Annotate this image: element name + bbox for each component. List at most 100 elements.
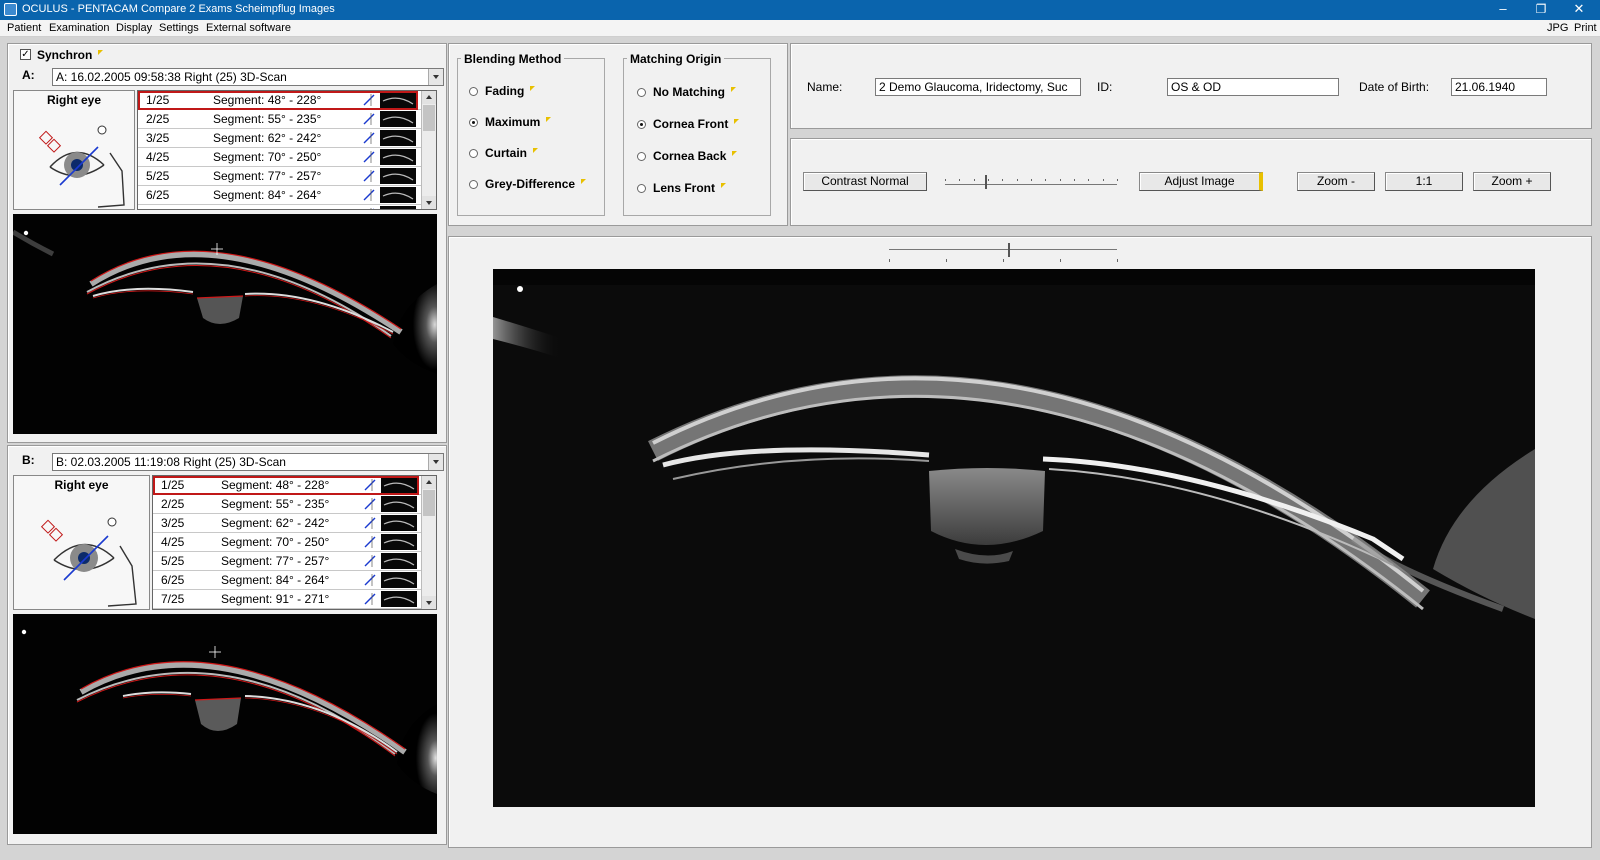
exam-b-select[interactable]: B: 02.03.2005 11:19:08 Right (25) 3D-Sca… (52, 453, 444, 471)
zoom-1to1-button[interactable]: 1:1 (1385, 172, 1463, 191)
scroll-up-icon[interactable] (422, 476, 436, 489)
exam-a-select[interactable]: A: 16.02.2005 09:58:38 Right (25) 3D-Sca… (52, 68, 444, 86)
segment-row[interactable]: 1/25 Segment: 48° - 228° (153, 476, 436, 495)
segment-list-scrollbar[interactable] (421, 91, 436, 209)
radio-label: No Matching (653, 85, 725, 99)
segment-thumbnail (380, 206, 416, 209)
segment-angle: Segment: 62° - 242° (213, 131, 322, 145)
radio-icon[interactable] (637, 184, 646, 193)
radio-icon[interactable] (469, 87, 478, 96)
options-panel: Blending Method Fading Maximum Curtain Grey… (448, 43, 788, 226)
exam-b-segment-list[interactable]: 1/25 Segment: 48° - 228° 2/25 Segment: 55° … (152, 475, 437, 610)
scroll-thumb[interactable] (423, 490, 435, 516)
segment-thumbnail (381, 591, 417, 607)
radio-icon[interactable] (469, 149, 478, 158)
segment-row[interactable]: 2/25 Segment: 55° - 235° (138, 110, 436, 129)
exam-a-select-value: A: 16.02.2005 09:58:38 Right (25) 3D-Sca… (56, 70, 287, 84)
segment-row[interactable]: 4/25 Segment: 70° - 250° (153, 533, 436, 552)
segment-row[interactable]: 2/25 Segment: 55° - 235° (153, 495, 436, 514)
scroll-thumb[interactable] (423, 105, 435, 131)
scroll-up-icon[interactable] (422, 91, 436, 104)
blend-slider-thumb[interactable] (1007, 243, 1010, 257)
minimize-button[interactable]: – (1484, 0, 1522, 20)
close-button[interactable]: ✕ (1560, 0, 1598, 20)
exam-a-scheimpflug-image[interactable] (13, 214, 437, 434)
radio-label: Curtain (485, 146, 527, 160)
segment-angle: Segment: 77° - 257° (213, 169, 322, 183)
meridian-icon (363, 132, 375, 144)
blending-option-grey-difference[interactable]: Grey-Difference (469, 177, 587, 191)
segment-thumbnail (380, 111, 416, 127)
window-title: OCULUS - PENTACAM Compare 2 Exams Scheim… (22, 3, 335, 15)
radio-label: Maximum (485, 115, 541, 129)
segment-row[interactable]: 7/25 Segment: 91° - 271° (153, 590, 436, 609)
radio-icon[interactable] (637, 120, 646, 129)
synchron-label: Synchron (37, 48, 104, 62)
menu-patient[interactable]: Patient (7, 22, 41, 34)
menu-print[interactable]: Print (1574, 22, 1597, 34)
menu-jpg[interactable]: JPG (1547, 22, 1568, 34)
blended-scheimpflug-image[interactable] (493, 269, 1535, 807)
segment-row[interactable]: 6/25 Segment: 84° - 264° (138, 186, 436, 205)
exam-a-segment-list[interactable]: 1/25 Segment: 48° - 228° 2/25 Segment: 55° … (137, 90, 437, 210)
patient-name-field[interactable]: 2 Demo Glaucoma, Iridectomy, Suc (875, 78, 1081, 96)
segment-row[interactable]: 3/25 Segment: 62° - 242° (138, 129, 436, 148)
adjust-image-button[interactable]: Adjust Image (1139, 172, 1263, 191)
segment-thumbnail (381, 534, 417, 550)
meridian-icon (364, 555, 376, 567)
patient-id-field[interactable]: OS & OD (1167, 78, 1339, 96)
slider-tick (973, 179, 975, 181)
maximize-button[interactable]: ❐ (1522, 0, 1560, 20)
flag-icon (721, 183, 726, 188)
segment-row[interactable]: 5/25 Segment: 77° - 257° (153, 552, 436, 571)
blending-option-maximum[interactable]: Maximum (469, 115, 552, 129)
synchron-checkbox[interactable]: ✓ (20, 49, 31, 60)
menu-settings[interactable]: Settings (159, 22, 199, 34)
matching-option-no-matching[interactable]: No Matching (637, 85, 736, 99)
flag-icon (734, 119, 740, 124)
segment-number: 6/25 (161, 573, 185, 587)
matching-option-lens-front[interactable]: Lens Front (637, 181, 726, 195)
segment-thumbnail (381, 496, 417, 512)
blending-option-curtain[interactable]: Curtain (469, 146, 538, 160)
segment-angle: Segment: 84° - 264° (213, 188, 322, 202)
date-of-birth-field[interactable]: 21.06.1940 (1451, 78, 1547, 96)
matching-option-cornea-back[interactable]: Cornea Back (637, 149, 738, 163)
radio-icon[interactable] (469, 180, 478, 189)
radio-label: Lens Front (653, 181, 715, 195)
segment-row[interactable]: 7/25 Segment: 91° - 271° (138, 205, 436, 209)
segment-list-scrollbar[interactable] (421, 476, 436, 609)
menu-external-software[interactable]: External software (206, 22, 291, 34)
segment-row[interactable]: 5/25 Segment: 77° - 257° (138, 167, 436, 186)
image-controls-panel: Contrast Normal Adjust Image Zoom - 1:1 … (790, 138, 1592, 226)
menu-examination[interactable]: Examination (49, 22, 110, 34)
matching-option-cornea-front[interactable]: Cornea Front (637, 117, 740, 131)
segment-number: 7/25 (146, 207, 169, 209)
blending-option-fading[interactable]: Fading (469, 84, 536, 98)
scroll-down-icon[interactable] (422, 196, 436, 209)
zoom-out-button[interactable]: Zoom - (1297, 172, 1375, 191)
segment-row[interactable]: 6/25 Segment: 84° - 264° (153, 571, 436, 590)
segment-row[interactable]: 1/25 Segment: 48° - 228° (138, 91, 436, 110)
blend-slider[interactable] (885, 241, 1121, 265)
contrast-normal-button[interactable]: Contrast Normal (803, 172, 927, 191)
zoom-in-button[interactable]: Zoom + (1473, 172, 1551, 191)
exam-b-scheimpflug-image[interactable] (13, 614, 437, 834)
blending-method-group (457, 58, 605, 216)
blend-slider-track (889, 249, 1117, 250)
radio-label: Cornea Front (653, 117, 729, 131)
contrast-slider-thumb[interactable] (984, 175, 987, 189)
meridian-icon (364, 517, 376, 529)
menu-display[interactable]: Display (116, 22, 152, 34)
slider-tick (1102, 179, 1104, 181)
scroll-down-icon[interactable] (422, 596, 436, 609)
radio-icon[interactable] (637, 88, 646, 97)
radio-icon[interactable] (637, 152, 646, 161)
scheimpflug-image-b (13, 614, 437, 834)
segment-row[interactable]: 3/25 Segment: 62° - 242° (153, 514, 436, 533)
contrast-slider[interactable] (941, 167, 1121, 191)
slider-tick (1059, 179, 1061, 181)
patient-info-panel: Name: 2 Demo Glaucoma, Iridectomy, Suc I… (790, 43, 1592, 129)
radio-icon[interactable] (469, 118, 478, 127)
segment-row[interactable]: 4/25 Segment: 70° - 250° (138, 148, 436, 167)
